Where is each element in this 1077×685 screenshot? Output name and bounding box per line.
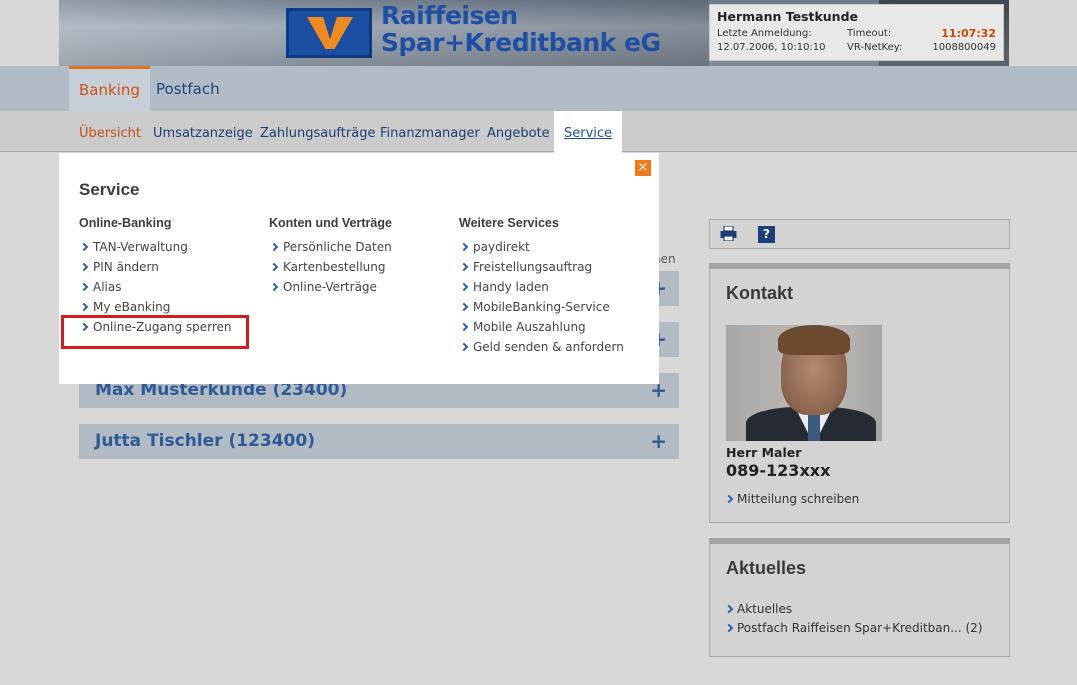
news-title: Aktuelles xyxy=(726,558,807,578)
menu-link-persoenliche-daten[interactable]: Persönliche Daten xyxy=(269,237,392,257)
close-icon[interactable]: × xyxy=(635,160,651,176)
menu-link-paydirekt[interactable]: paydirekt xyxy=(459,237,624,257)
menu-link-kartenbestellung[interactable]: Kartenbestellung xyxy=(269,257,392,277)
menu-link-mobile-auszahlung[interactable]: Mobile Auszahlung xyxy=(459,317,624,337)
print-icon[interactable] xyxy=(720,226,737,241)
tab-banking[interactable]: Banking xyxy=(69,66,150,111)
account-name[interactable]: Jutta Tischler (123400) xyxy=(95,424,315,459)
menu-link-tan-verwaltung[interactable]: TAN-Verwaltung xyxy=(79,237,232,257)
expand-icon[interactable]: + xyxy=(650,424,667,459)
main-nav: Banking Postfach xyxy=(0,66,1077,111)
chevron-right-icon xyxy=(724,604,734,614)
contact-title: Kontakt xyxy=(726,283,793,303)
news-link-aktuelles[interactable]: Aktuelles xyxy=(724,602,792,616)
account-bar-jutta-tischler[interactable]: Jutta Tischler (123400) + xyxy=(79,424,679,459)
subnav-uebersicht[interactable]: Übersicht xyxy=(79,111,141,152)
chevron-right-icon xyxy=(459,322,469,332)
chevron-right-icon xyxy=(269,262,279,272)
chevron-right-icon xyxy=(724,494,734,504)
chevron-right-icon xyxy=(459,342,469,352)
sub-nav: Übersicht Umsatzanzeige Zahlungsaufträge… xyxy=(0,111,1077,153)
subnav-service[interactable]: Service xyxy=(554,111,623,153)
service-menu-overlay: × Service Online-Banking TAN-Verwaltung … xyxy=(59,153,659,384)
news-link-postfach[interactable]: Postfach Raiffeisen Spar+Kreditban... (2… xyxy=(724,621,983,635)
menu-link-online-vertraege[interactable]: Online-Verträge xyxy=(269,277,392,297)
bank-name: Raiffeisen Spar+Kreditbank eG xyxy=(381,2,661,56)
chevron-right-icon xyxy=(459,262,469,272)
service-menu-title: Service xyxy=(79,180,140,199)
menu-link-my-ebanking[interactable]: My eBanking xyxy=(79,297,232,317)
message-link[interactable]: Mitteilung schreiben xyxy=(724,492,859,506)
message-link-label[interactable]: Mitteilung schreiben xyxy=(737,492,859,506)
chevron-right-icon xyxy=(79,302,89,312)
timeout-value: 11:07:32 xyxy=(941,26,996,40)
user-name: Hermann Testkunde xyxy=(717,9,859,24)
column-heading: Konten und Verträge xyxy=(269,216,392,230)
help-icon[interactable]: ? xyxy=(758,226,775,243)
tab-postfach[interactable]: Postfach xyxy=(146,66,230,111)
chevron-right-icon xyxy=(724,623,734,633)
subnav-finanzmanager[interactable]: Finanzmanager xyxy=(380,111,480,152)
menu-link-handy-laden[interactable]: Handy laden xyxy=(459,277,624,297)
chevron-right-icon xyxy=(269,282,279,292)
subnav-zahlungsauftraege[interactable]: Zahlungsaufträge xyxy=(260,111,375,152)
chevron-right-icon xyxy=(459,242,469,252)
news-link-label[interactable]: Aktuelles xyxy=(737,602,792,616)
chevron-right-icon xyxy=(79,282,89,292)
advisor-phone: 089-123xxx xyxy=(726,461,831,480)
column-heading: Weitere Services xyxy=(459,216,559,230)
netkey-label: VR-NetKey: xyxy=(847,41,903,53)
subnav-umsatzanzeige[interactable]: Umsatzanzeige xyxy=(153,111,253,152)
highlight-box xyxy=(61,315,249,349)
menu-link-geld-senden[interactable]: Geld senden & anfordern xyxy=(459,337,624,357)
news-panel: Aktuelles Aktuelles Postfach Raiffeisen … xyxy=(709,538,1010,657)
last-login-value: 12.07.2006, 10:10:10 xyxy=(717,41,826,53)
menu-link-mobilebanking-service[interactable]: MobileBanking-Service xyxy=(459,297,624,317)
chevron-right-icon xyxy=(79,242,89,252)
chevron-right-icon xyxy=(459,302,469,312)
chevron-right-icon xyxy=(269,242,279,252)
page-toolbar: ? xyxy=(709,219,1010,249)
menu-column-konten-vertraege: Konten und Verträge Persönliche Daten Ka… xyxy=(269,216,392,297)
chevron-right-icon xyxy=(79,262,89,272)
column-heading: Online-Banking xyxy=(79,216,172,230)
menu-link-pin-aendern[interactable]: PIN ändern xyxy=(79,257,232,277)
subnav-angebote[interactable]: Angebote xyxy=(487,111,550,152)
chevron-right-icon xyxy=(459,282,469,292)
advisor-name: Herr Maler xyxy=(726,445,802,460)
bank-name-line1: Raiffeisen xyxy=(381,1,518,30)
advisor-photo xyxy=(726,325,882,441)
bank-name-line2: Spar+Kreditbank eG xyxy=(381,28,661,57)
user-info-box: Hermann Testkunde Letzte Anmeldung: Time… xyxy=(709,4,1004,61)
news-link-label[interactable]: Postfach Raiffeisen Spar+Kreditban... (2… xyxy=(737,621,983,635)
netkey-value: 1008800049 xyxy=(932,41,996,53)
menu-link-alias[interactable]: Alias xyxy=(79,277,232,297)
menu-link-freistellungsauftrag[interactable]: Freistellungsauftrag xyxy=(459,257,624,277)
last-login-label: Letzte Anmeldung: xyxy=(717,27,812,39)
menu-column-weitere-services: Weitere Services paydirekt Freistellungs… xyxy=(459,216,624,357)
timeout-label: Timeout: xyxy=(847,27,892,39)
contact-panel: Kontakt Herr Maler 089-123xxx Mitteilung… xyxy=(709,263,1010,523)
bank-logo-icon xyxy=(286,8,372,58)
